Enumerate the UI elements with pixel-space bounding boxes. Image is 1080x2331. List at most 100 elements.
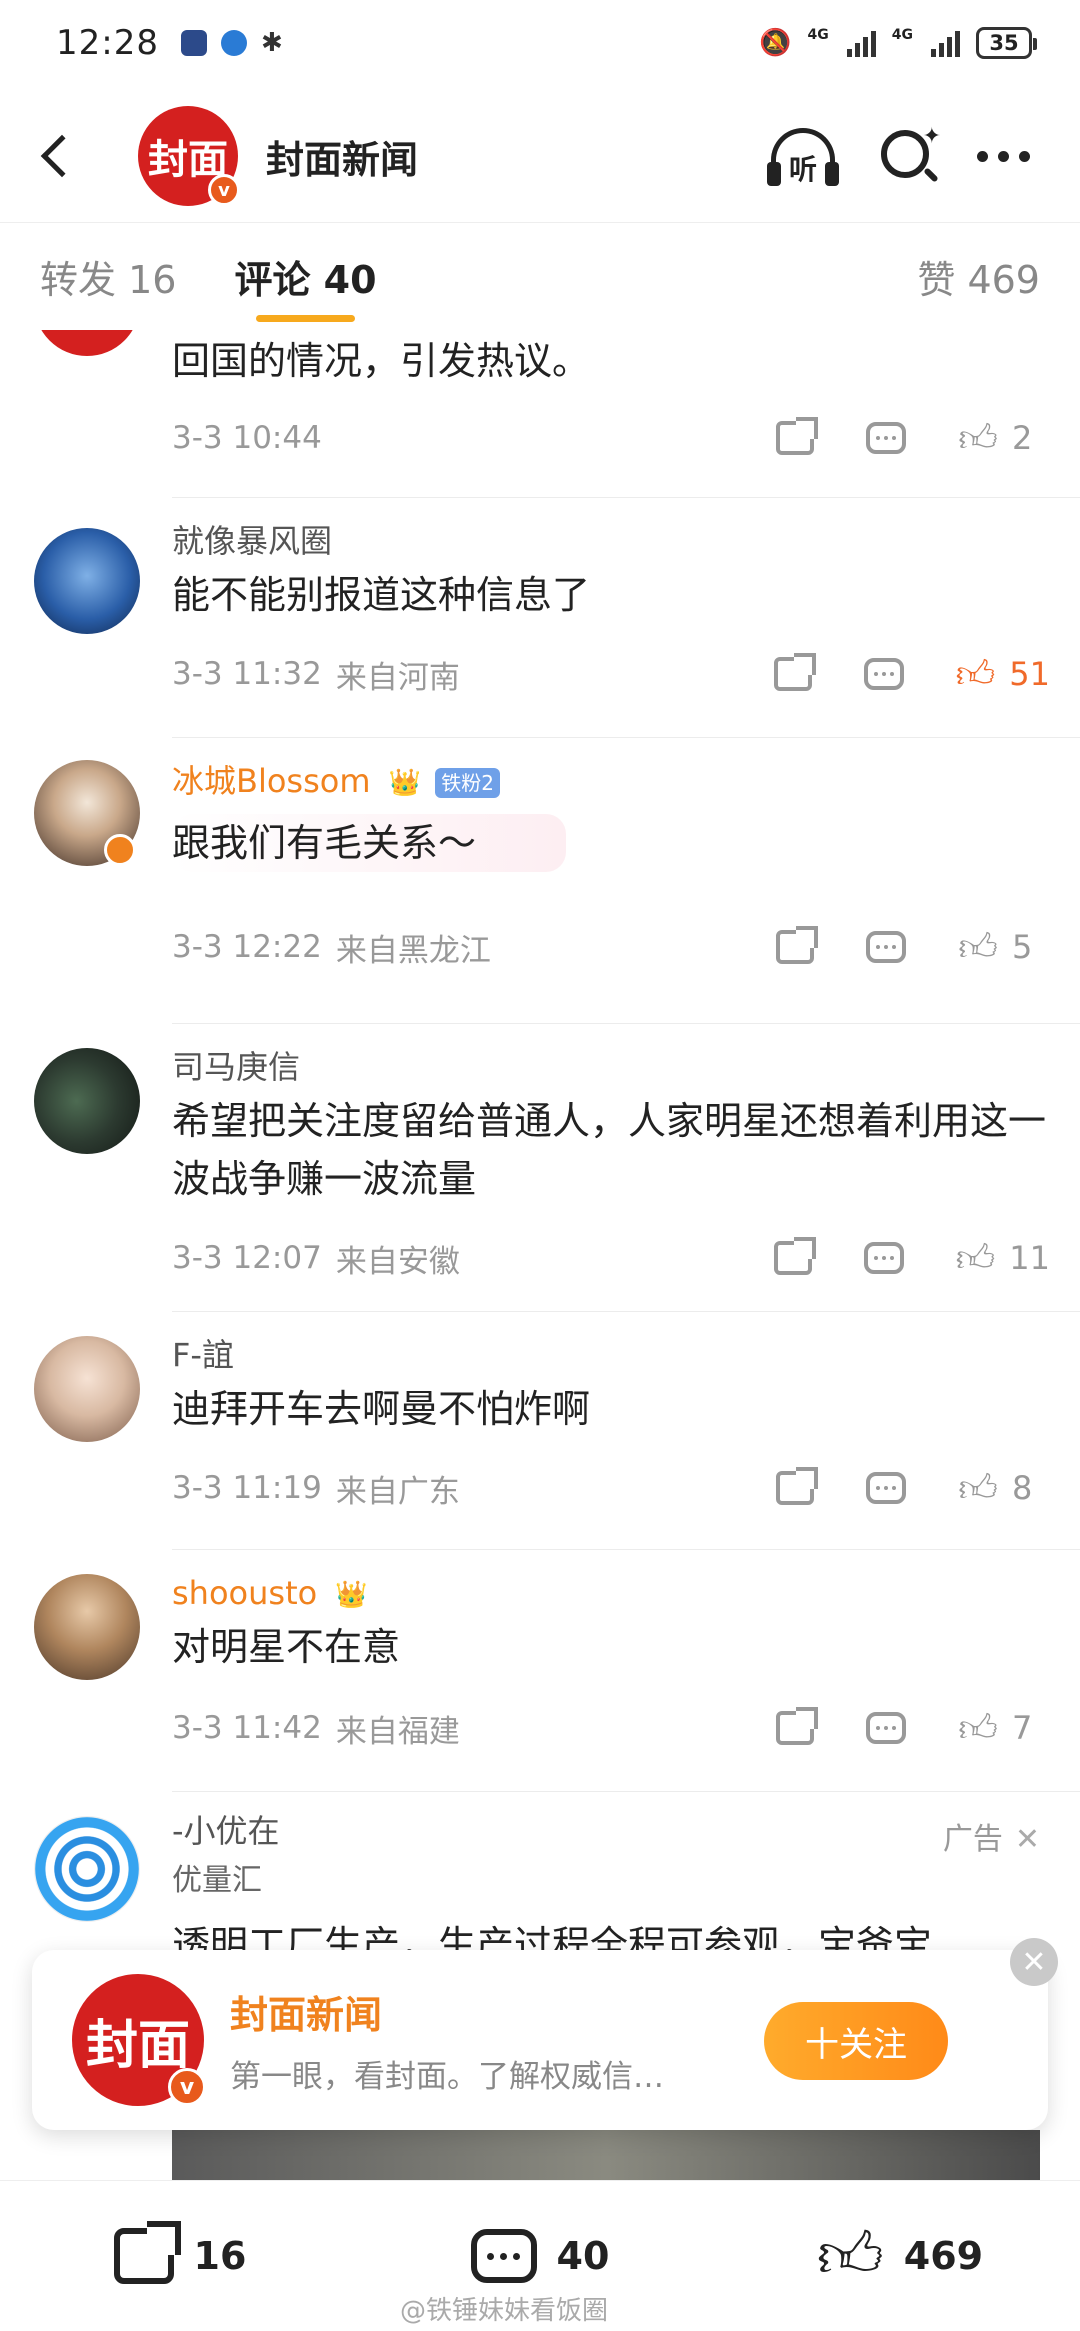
comment-text: 能不能别报道这种信息了: [172, 573, 591, 617]
thumbs-up-icon: 👍︎: [958, 925, 998, 969]
repost-count: 16: [193, 2234, 247, 2278]
listen-label: 听: [788, 153, 817, 186]
ad-image[interactable]: [172, 2130, 1040, 2180]
comment-item: 就像暴风圈 能不能别报道这种信息了 3-3 11:32 来自河南 👍︎ 51: [0, 498, 1080, 738]
follow-suggestion-card: 封面 v 封面新闻 第一眼，看封面。了解权威信… 十关注 ✕: [32, 1938, 1058, 2130]
thumbs-up-icon: 👍︎: [816, 2219, 884, 2293]
commenter-avatar[interactable]: [34, 1574, 140, 1680]
comment-meta: 3-3 12:22 来自黑龙江 👍︎ 5: [172, 872, 1050, 998]
search-button[interactable]: ✦: [877, 124, 941, 188]
more-button[interactable]: [977, 150, 1030, 162]
comment-actions: 👍︎ 11: [722, 1237, 1050, 1277]
crown-icon: 👑: [335, 1580, 368, 1610]
share-comment-button[interactable]: [776, 926, 819, 964]
comment-actions: 👍︎ 7: [724, 1707, 1050, 1747]
watermark: @铁锤妹妹看饭圈: [400, 2296, 609, 2326]
commenter-name[interactable]: shoousto: [172, 1574, 317, 1612]
share-comment-button[interactable]: [773, 653, 816, 691]
avatar-logo-text: 封面: [85, 2014, 190, 2076]
tab-reposts[interactable]: 转发 16: [40, 249, 176, 304]
commenter-avatar[interactable]: [34, 1336, 140, 1442]
comment-text: 迪拜开车去啊曼不怕炸啊: [172, 1387, 591, 1431]
close-icon[interactable]: ✕: [1015, 1822, 1040, 1857]
share-comment-button[interactable]: [773, 1237, 816, 1275]
share-comment-button[interactable]: [776, 1707, 819, 1745]
app-notification-icon: [220, 30, 247, 56]
comment-list[interactable]: 回国的情况，引发热议。 3-3 10:44 👍︎ 2 就像暴风圈 能不能别报道这种…: [0, 330, 1080, 1950]
share-icon: [776, 926, 819, 964]
like-count: 11: [1009, 1239, 1050, 1277]
like-button[interactable]: 👍︎ 51: [956, 655, 1050, 693]
share-comment-button[interactable]: [776, 417, 819, 455]
advertiser-logo[interactable]: [34, 1816, 140, 1922]
follow-button[interactable]: 十关注: [764, 2002, 948, 2080]
crown-icon: 👑: [388, 768, 422, 798]
tab-likes[interactable]: 赞 469: [917, 249, 1040, 304]
like-button[interactable]: 👍︎ 11: [956, 1239, 1050, 1277]
commenter-name[interactable]: 就像暴风圈: [172, 516, 1050, 566]
share-icon: [776, 417, 819, 455]
reply-button[interactable]: [863, 658, 904, 690]
share-icon: [773, 653, 816, 691]
follow-card-avatar[interactable]: 封面 v: [72, 1974, 206, 2106]
commenter-name[interactable]: 冰城Blossom: [172, 762, 371, 800]
comment-meta: 3-3 10:44 👍︎ 2: [172, 390, 1050, 486]
comment-actions: 👍︎ 5: [724, 926, 1050, 966]
thumbs-up-icon: 👍︎: [958, 416, 998, 460]
network-type-label: 4G: [807, 27, 829, 43]
share-comment-button[interactable]: [776, 1467, 819, 1505]
reply-button[interactable]: [866, 1712, 907, 1744]
share-icon: [776, 1707, 819, 1745]
comment-location: 来自福建: [335, 1713, 460, 1750]
commenter-avatar[interactable]: [34, 1048, 140, 1154]
comment-item: 冰城Blossom 👑 铁粉2 跟我们有毛关系～ 3-3 12:22 来自黑龙江…: [0, 738, 1080, 1024]
back-button[interactable]: [0, 101, 110, 211]
commenter-avatar[interactable]: [34, 528, 140, 634]
comment-meta: 3-3 11:42 来自福建 👍︎ 7: [172, 1676, 1050, 1780]
commenter-name-row: 冰城Blossom 👑 铁粉2: [172, 756, 1050, 806]
fan-level-badge: 铁粉2: [435, 768, 500, 798]
comment-actions: 👍︎ 8: [724, 1467, 1050, 1507]
comment-meta: 3-3 11:19 来自广东 👍︎ 8: [172, 1438, 1050, 1538]
comment-time: 3-3 11:32: [172, 656, 322, 692]
like-button[interactable]: 👍︎ 7: [958, 1709, 1050, 1747]
reply-button[interactable]: [866, 1472, 907, 1504]
page-title[interactable]: 封面新闻: [266, 129, 418, 184]
like-post-button[interactable]: 👍︎ 469: [720, 2224, 1080, 2288]
reply-button[interactable]: [866, 931, 907, 963]
follow-card-name[interactable]: 封面新闻: [230, 1984, 730, 2039]
like-count: 469: [903, 2234, 984, 2278]
comment-button[interactable]: 40: [360, 2229, 720, 2283]
comment-time: 3-3 11:42: [172, 1710, 322, 1746]
close-icon[interactable]: ✕: [1010, 1938, 1058, 1986]
status-time: 12:28: [56, 23, 159, 63]
ad-label: 广告: [942, 1822, 1003, 1857]
commenter-name[interactable]: F-誼: [172, 1330, 1050, 1380]
follow-card-description: 第一眼，看封面。了解权威信…: [230, 2059, 664, 2095]
verified-badge-icon: [104, 834, 136, 866]
verified-badge-icon: v: [168, 2068, 206, 2106]
like-button[interactable]: 👍︎ 5: [958, 928, 1050, 966]
thumbs-up-icon: 👍︎: [958, 1706, 998, 1750]
tab-comments[interactable]: 评论 40: [234, 249, 377, 322]
like-count: 51: [1009, 655, 1050, 693]
share-icon: [113, 2221, 181, 2284]
reply-button[interactable]: [866, 422, 907, 454]
repost-button[interactable]: 16: [0, 2221, 360, 2284]
comment-text: 对明星不在意: [172, 1625, 401, 1669]
commenter-name[interactable]: 司马庚信: [172, 1042, 1050, 1092]
advertiser-name[interactable]: -小优在: [172, 1806, 1050, 1856]
listen-button[interactable]: 听: [765, 124, 841, 188]
ad-item[interactable]: -小优在 广告 ✕ 优量汇 透明工厂生产，生产过程全程可参观，宝爸宝: [0, 1792, 1080, 1950]
like-button[interactable]: 👍︎ 2: [958, 419, 1050, 457]
like-button[interactable]: 👍︎ 8: [958, 1469, 1050, 1507]
commenter-avatar[interactable]: [34, 330, 140, 356]
account-avatar[interactable]: 封面 v: [138, 106, 240, 206]
more-dot: [1019, 150, 1030, 162]
comment-text: 跟我们有毛关系～: [172, 821, 477, 865]
mute-bell-icon: 🔕: [759, 28, 792, 58]
sparkle-icon: ✦: [922, 124, 941, 149]
reply-button[interactable]: [863, 1242, 904, 1274]
commenter-name-row: shoousto 👑: [172, 1568, 1050, 1618]
network-type-label: 4G: [891, 27, 913, 43]
